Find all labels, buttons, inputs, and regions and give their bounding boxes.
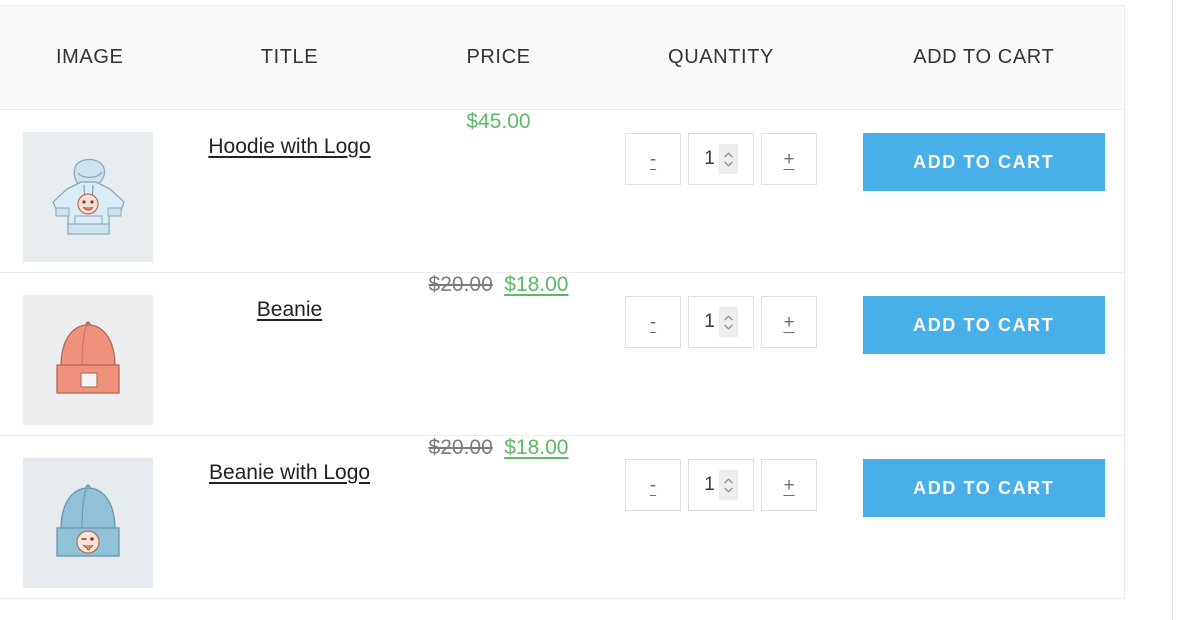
product-price-sale: $18.00 — [504, 273, 569, 296]
add-to-cart-cell: ADD TO CART — [844, 110, 1125, 273]
product-thumbnail-beanie-logo[interactable] — [23, 458, 153, 588]
quantity-spinner[interactable] — [718, 307, 738, 337]
product-price-cell: $20.00 $18.00 — [399, 436, 599, 599]
product-image-cell — [0, 436, 181, 599]
quantity-increment-button[interactable]: + — [761, 133, 817, 185]
product-thumbnail-beanie[interactable] — [23, 295, 153, 425]
table-header-row: IMAGE TITLE PRICE QUANTITY ADD TO CART — [0, 5, 1125, 110]
page-right-edge-divider — [1172, 0, 1173, 620]
chevron-down-icon — [724, 161, 733, 166]
column-header-price: PRICE — [398, 5, 599, 110]
column-header-quantity: QUANTITY — [598, 5, 844, 110]
chevron-up-icon — [724, 315, 733, 320]
table-row: Beanie with Logo $20.00 $18.00 - 1 + ADD… — [0, 436, 1125, 599]
chevron-up-icon — [724, 478, 733, 483]
product-title-cell: Hoodie with Logo — [181, 110, 399, 273]
add-to-cart-button[interactable]: ADD TO CART — [862, 459, 1105, 517]
product-price-current: $45.00 — [466, 110, 531, 133]
product-quantity-cell: - 1 + — [599, 110, 844, 273]
column-header-image: IMAGE — [0, 5, 181, 110]
quantity-stepper: - 1 + — [625, 133, 817, 185]
quantity-input[interactable]: 1 — [688, 133, 754, 185]
quantity-decrement-button[interactable]: - — [625, 296, 681, 348]
quantity-value: 1 — [704, 148, 715, 169]
beanie-with-logo-illustration — [23, 458, 153, 588]
product-image-cell — [0, 110, 181, 273]
quantity-spinner[interactable] — [718, 144, 738, 174]
product-price-original: $20.00 — [428, 436, 493, 459]
add-to-cart-cell: ADD TO CART — [844, 436, 1125, 599]
products-table: IMAGE TITLE PRICE QUANTITY ADD TO CART H… — [0, 5, 1125, 599]
table-body: Hoodie with Logo $45.00 - 1 + ADD TO CAR… — [0, 110, 1125, 599]
quantity-increment-button[interactable]: + — [761, 296, 817, 348]
beanie-illustration — [23, 295, 153, 425]
chevron-down-icon — [724, 487, 733, 492]
product-title-cell: Beanie with Logo — [181, 436, 399, 599]
quantity-stepper: - 1 + — [625, 296, 817, 348]
quantity-increment-button[interactable]: + — [761, 459, 817, 511]
product-quantity-cell: - 1 + — [599, 273, 844, 436]
product-price-cell: $45.00 — [399, 110, 599, 273]
column-header-add-to-cart: ADD TO CART — [843, 5, 1125, 110]
column-header-title: TITLE — [180, 5, 399, 110]
quantity-value: 1 — [704, 311, 715, 332]
product-title-link[interactable]: Beanie with Logo — [209, 458, 370, 485]
product-quantity-cell: - 1 + — [599, 436, 844, 599]
product-title-link[interactable]: Beanie — [257, 295, 322, 322]
quantity-decrement-button[interactable]: - — [625, 133, 681, 185]
product-price-sale: $18.00 — [504, 436, 569, 459]
table-row: Hoodie with Logo $45.00 - 1 + ADD TO CAR… — [0, 110, 1125, 273]
table-row: Beanie $20.00 $18.00 - 1 + ADD TO CART — [0, 273, 1125, 436]
add-to-cart-cell: ADD TO CART — [844, 273, 1125, 436]
quantity-decrement-button[interactable]: - — [625, 459, 681, 511]
product-price-cell: $20.00 $18.00 — [399, 273, 599, 436]
product-table-page: IMAGE TITLE PRICE QUANTITY ADD TO CART H… — [0, 0, 1200, 620]
product-image-cell — [0, 273, 181, 436]
chevron-down-icon — [724, 324, 733, 329]
add-to-cart-button[interactable]: ADD TO CART — [862, 296, 1105, 354]
add-to-cart-button[interactable]: ADD TO CART — [862, 133, 1105, 191]
product-thumbnail-hoodie[interactable] — [23, 132, 153, 262]
hoodie-illustration — [23, 132, 153, 262]
quantity-input[interactable]: 1 — [688, 459, 754, 511]
table-header: IMAGE TITLE PRICE QUANTITY ADD TO CART — [0, 5, 1125, 110]
product-title-cell: Beanie — [181, 273, 399, 436]
quantity-stepper: - 1 + — [625, 459, 817, 511]
product-title-link[interactable]: Hoodie with Logo — [208, 132, 370, 159]
quantity-spinner[interactable] — [718, 470, 738, 500]
quantity-value: 1 — [704, 474, 715, 495]
product-price-original: $20.00 — [428, 273, 493, 296]
quantity-input[interactable]: 1 — [688, 296, 754, 348]
chevron-up-icon — [724, 152, 733, 157]
